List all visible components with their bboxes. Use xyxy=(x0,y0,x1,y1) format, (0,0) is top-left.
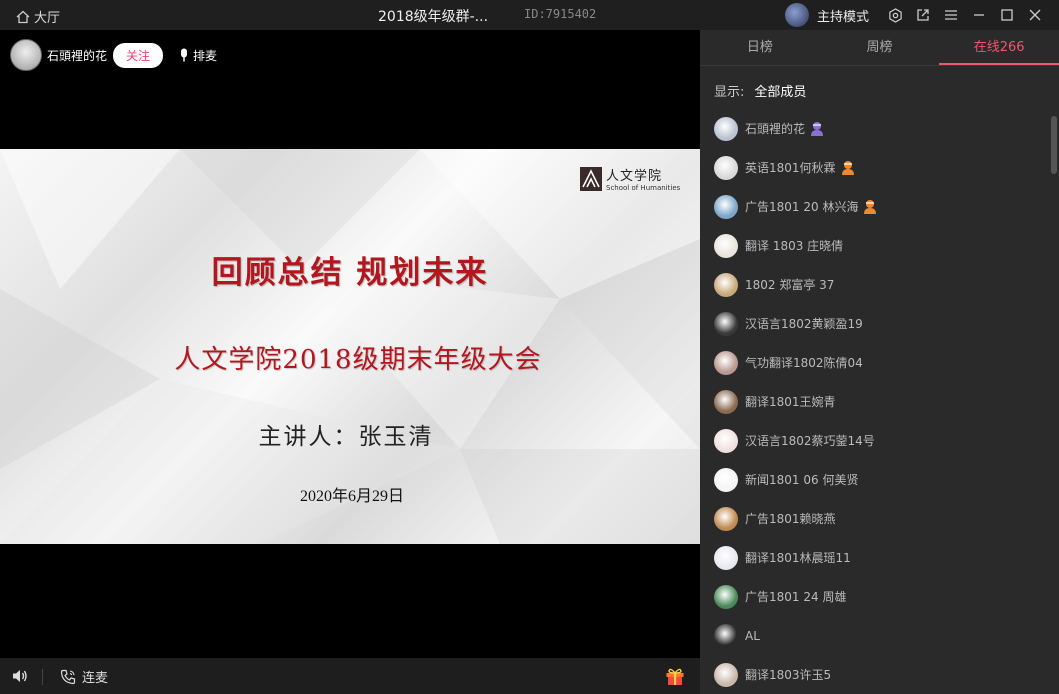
member-avatar[interactable] xyxy=(714,155,738,180)
member-avatar[interactable] xyxy=(714,194,738,219)
link-mic-label: 连麦 xyxy=(82,671,109,686)
settings-icon[interactable] xyxy=(887,7,903,23)
member-row[interactable]: 广告1801赖晓燕 xyxy=(700,499,1050,538)
slide-date: 2020年6月29日 xyxy=(299,488,404,505)
member-avatar[interactable] xyxy=(714,467,738,492)
home-button[interactable]: 大厅 xyxy=(16,7,60,26)
member-row[interactable]: 翻译1801王婉青 xyxy=(700,382,1050,421)
volume-icon[interactable] xyxy=(11,667,29,689)
tab-daily-rank[interactable]: 日榜 xyxy=(700,30,820,65)
tab-online[interactable]: 在线266 xyxy=(939,30,1059,65)
slide-title: 回顾总结 规划未来 xyxy=(211,255,489,291)
minimize-icon[interactable] xyxy=(971,7,987,23)
mic-icon xyxy=(181,48,188,62)
host-avatar[interactable] xyxy=(784,3,809,27)
member-list: 石頭裡的花英语1801何秋霖广告1801 20 林兴海 翻译 1803 庄晓倩 18… xyxy=(700,109,1050,694)
member-name: 1802 郑富亭 37 xyxy=(745,278,835,292)
member-avatar[interactable] xyxy=(714,272,738,297)
admin-badge-icon xyxy=(864,199,877,214)
mic-queue-label: 排麦 xyxy=(193,48,218,63)
school-name-en: School of Humanities xyxy=(606,184,681,192)
member-avatar[interactable] xyxy=(714,506,738,531)
member-name: 广告1801 24 周雄 xyxy=(745,590,847,604)
room-id: ID:7915402 xyxy=(524,7,597,21)
member-avatar[interactable] xyxy=(714,116,738,141)
member-row[interactable]: 新闻1801 06 何美贤 xyxy=(700,460,1050,499)
filter-label: 显示: xyxy=(714,85,745,100)
presentation-slide: 人文学院 School of Humanities 回顾总结 规划未来 人文学院… xyxy=(0,149,700,544)
filter-value[interactable]: 全部成员 xyxy=(754,81,806,100)
maximize-icon[interactable] xyxy=(999,7,1015,23)
room-title: 2018级年级群-... xyxy=(378,9,489,25)
mic-queue-button[interactable]: 排麦 xyxy=(179,47,217,64)
link-mic-button[interactable]: 连麦 xyxy=(60,667,108,686)
member-row[interactable]: AL xyxy=(700,616,1050,655)
host-mode-label[interactable]: 主持模式 xyxy=(817,6,869,25)
home-label: 大厅 xyxy=(34,11,61,26)
member-panel: 日榜 周榜 在线266 显示: 全部成员 石頭裡的花 英语1801何秋霖 广告180… xyxy=(700,30,1059,694)
member-name: 翻译1801林晨瑶11 xyxy=(745,551,851,565)
control-bar: 连麦 xyxy=(0,658,700,694)
member-row[interactable]: 翻译1801林晨瑶11 xyxy=(700,538,1050,577)
menu-icon[interactable] xyxy=(943,7,959,23)
member-filter[interactable]: 显示: 全部成员 xyxy=(714,81,806,100)
home-icon xyxy=(16,10,30,23)
member-avatar[interactable] xyxy=(714,662,738,687)
member-row[interactable]: 汉语言1802黄颖盈19 xyxy=(700,304,1050,343)
phone-icon xyxy=(60,669,76,684)
school-name-cn: 人文学院 xyxy=(606,169,663,184)
member-avatar[interactable] xyxy=(714,428,738,453)
video-stage: 石頭裡的花 关注 排麦 人文学院 School of Humanities 回顾… xyxy=(0,30,700,658)
member-list-scrollbar[interactable] xyxy=(1051,116,1057,174)
member-name: 英语1801何秋霖 xyxy=(745,161,836,175)
streamer-name[interactable]: 石頭裡的花 xyxy=(47,47,107,64)
member-name: 气功翻译1802陈倩04 xyxy=(745,356,863,370)
panel-tabs: 日榜 周榜 在线266 xyxy=(700,30,1059,66)
member-avatar[interactable] xyxy=(714,233,738,258)
admin-badge-icon xyxy=(841,160,854,175)
member-row[interactable]: 广告1801 20 林兴海 xyxy=(700,187,1050,226)
member-avatar[interactable] xyxy=(714,311,738,336)
member-name: AL xyxy=(745,628,760,643)
member-row[interactable]: 1802 郑富亭 37 xyxy=(700,265,1050,304)
member-name: 广告1801赖晓燕 xyxy=(745,512,836,526)
gift-icon[interactable] xyxy=(665,667,685,690)
school-logo-mark xyxy=(580,166,602,191)
member-name: 汉语言1802黄颖盈19 xyxy=(745,317,863,331)
slide-speaker: 主讲人：张玉清 xyxy=(258,424,434,450)
streamer-info: 石頭裡的花 关注 排麦 xyxy=(10,39,217,71)
member-avatar[interactable] xyxy=(714,350,738,375)
title-bar: 大厅 2018级年级群-... ID:7915402 主持模式 xyxy=(0,0,1059,30)
member-row[interactable]: 翻译 1803 庄晓倩 xyxy=(700,226,1050,265)
member-name: 翻译1801王婉青 xyxy=(745,395,836,409)
member-avatar[interactable] xyxy=(714,545,738,570)
school-logo: 人文学院 School of Humanities xyxy=(580,165,680,192)
host-badge-icon xyxy=(811,121,824,136)
member-name: 广告1801 20 林兴海 xyxy=(745,200,859,214)
member-row[interactable]: 英语1801何秋霖 xyxy=(700,148,1050,187)
member-avatar[interactable] xyxy=(714,584,738,609)
member-avatar[interactable] xyxy=(714,389,738,414)
member-name: 翻译 1803 庄晓倩 xyxy=(745,239,844,253)
member-avatar[interactable] xyxy=(714,623,738,648)
member-row[interactable]: 广告1801 24 周雄 xyxy=(700,577,1050,616)
member-name: 翻译1803许玉5 xyxy=(745,668,832,682)
tab-weekly-rank[interactable]: 周榜 xyxy=(820,30,940,65)
member-row[interactable]: 汉语言1802蔡巧蓥14号 xyxy=(700,421,1050,460)
member-row[interactable]: 翻译1803许玉5 xyxy=(700,655,1050,694)
control-divider xyxy=(42,669,43,685)
member-name: 新闻1801 06 何美贤 xyxy=(745,473,859,487)
member-name: 汉语言1802蔡巧蓥14号 xyxy=(745,434,875,448)
close-icon[interactable] xyxy=(1027,7,1043,23)
member-row[interactable]: 石頭裡的花 xyxy=(700,109,1050,148)
share-icon[interactable] xyxy=(915,7,931,23)
member-name: 石頭裡的花 xyxy=(745,122,806,136)
streamer-avatar[interactable] xyxy=(10,39,42,71)
member-row[interactable]: 气功翻译1802陈倩04 xyxy=(700,343,1050,382)
follow-button[interactable]: 关注 xyxy=(113,42,164,68)
slide-subtitle: 人文学院2018级期末年级大会 xyxy=(174,345,542,375)
